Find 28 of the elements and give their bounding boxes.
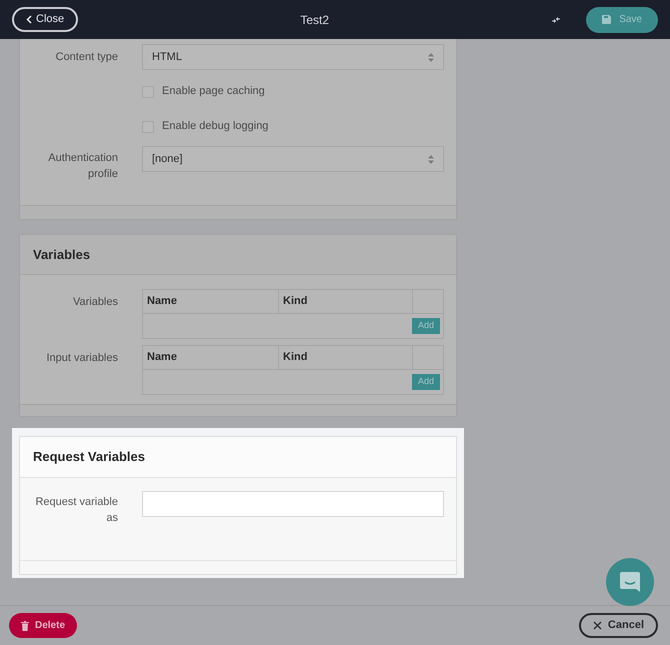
field-label: Authentication profile xyxy=(47,151,118,182)
authentication-select[interactable]: [none] xyxy=(142,146,444,172)
close-icon xyxy=(592,621,602,630)
sort-arrows-icon xyxy=(428,154,434,164)
checkbox-label: Enable page caching xyxy=(162,84,265,100)
close-button[interactable]: Close xyxy=(12,7,78,32)
field-label: Input variables xyxy=(45,351,118,366)
chat-icon xyxy=(619,571,641,593)
sort-arrows-icon xyxy=(428,52,434,62)
input-field[interactable] xyxy=(142,491,444,517)
section-title: Request Variables xyxy=(33,448,145,466)
trash-icon xyxy=(21,620,29,630)
section-title: Variables xyxy=(33,246,90,264)
collapse-icon[interactable] xyxy=(551,16,562,22)
window-title: Test2 xyxy=(300,12,329,28)
checkbox-label: Enable debug logging xyxy=(162,119,268,134)
field-label: Request variable as xyxy=(34,495,118,526)
field-label: Content type xyxy=(54,50,118,65)
chevron-left-icon xyxy=(26,15,32,24)
field-label: Variables xyxy=(72,295,118,310)
content-type-select[interactable]: HTML xyxy=(142,44,444,70)
delete-button[interactable]: Delete xyxy=(9,613,78,638)
cancel-button[interactable]: Cancel xyxy=(578,613,658,638)
column-header: Name xyxy=(143,290,279,313)
chat-bubble-button[interactable] xyxy=(606,558,654,606)
column-header: Kind xyxy=(279,346,413,369)
column-header: Kind xyxy=(279,290,413,313)
column-header: Name xyxy=(143,346,279,369)
